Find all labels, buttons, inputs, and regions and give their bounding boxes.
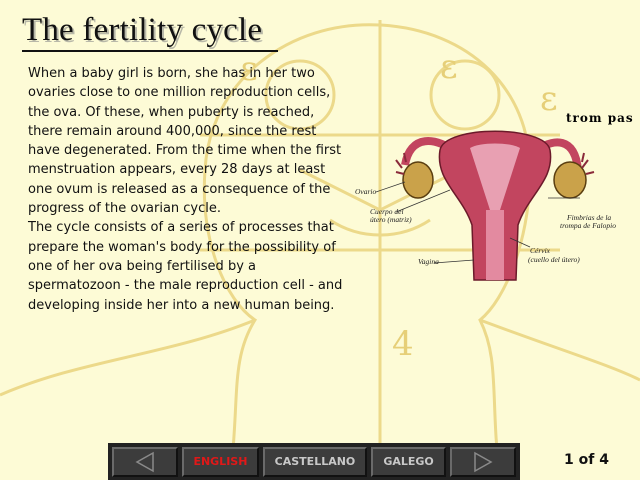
label-vagina: Vagina	[418, 257, 439, 266]
label-ovario: Ovario	[355, 187, 377, 196]
title-underline	[22, 50, 278, 52]
paragraph: When a baby girl is born, she has in her…	[28, 66, 342, 217]
page-indicator: 1 of 4	[564, 452, 609, 468]
language-english-button[interactable]: ENGLISH	[181, 446, 260, 477]
left-ovary	[402, 161, 434, 199]
vagina-canal	[486, 210, 504, 280]
label-fimbrias-line2: trompa de Falopio	[560, 221, 616, 230]
svg-text:ε: ε	[440, 47, 458, 87]
next-page-button[interactable]	[450, 446, 516, 477]
body-text: When a baby girl is born, she has in her…	[28, 64, 346, 315]
language-galego-button[interactable]: GALEGO	[370, 446, 447, 477]
label-cuerpo-line2: útero (matriz)	[370, 215, 412, 224]
svg-text:4: 4	[392, 324, 414, 364]
navigation-toolbar: ENGLISH CASTELLANO GALEGO	[108, 443, 520, 480]
label-cervix-line2: (cuello del útero)	[528, 255, 580, 264]
uterus-diagram	[375, 130, 595, 281]
label-cervix-line1: Cérvix	[530, 246, 550, 255]
trompas-label: trom pas	[566, 111, 634, 125]
page-title: The fertility cycle	[22, 12, 263, 48]
language-castellano-button[interactable]: CASTELLANO	[263, 446, 367, 477]
left-arrow-icon	[135, 451, 154, 472]
previous-page-button[interactable]	[112, 446, 178, 477]
right-arrow-icon	[474, 451, 493, 472]
paragraph: The cycle consists of a series of proces…	[28, 220, 343, 313]
